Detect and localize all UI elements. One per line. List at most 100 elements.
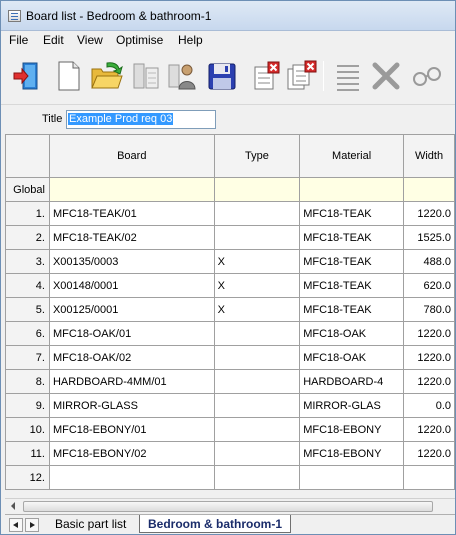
row-number[interactable]: 9. — [5, 393, 50, 418]
scroll-thumb[interactable] — [23, 501, 433, 512]
row-number[interactable]: 6. — [5, 321, 50, 346]
board-cell[interactable]: MFC18-OAK/01 — [48, 321, 215, 346]
board-cell[interactable]: MFC18-TEAK/01 — [48, 201, 215, 226]
table-row[interactable]: 4. X00148/0001 X MFC18-TEAK 620.0 — [5, 273, 455, 298]
corner-cell[interactable] — [5, 134, 50, 178]
table-row[interactable]: 10. MFC18-EBONY/01 MFC18-EBONY 1220.0 — [5, 417, 455, 442]
material-cell[interactable]: MFC18-OAK — [299, 321, 405, 346]
glasses-icon[interactable] — [409, 59, 443, 93]
type-cell[interactable]: X — [213, 297, 301, 322]
board-cell[interactable]: MFC18-OAK/02 — [48, 345, 215, 370]
table-row[interactable]: 11. MFC18-EBONY/02 MFC18-EBONY 1220.0 — [5, 441, 455, 466]
row-number[interactable]: 11. — [5, 441, 50, 466]
scroll-left-icon[interactable] — [11, 502, 15, 510]
table-row[interactable]: 9. MIRROR-GLASS MIRROR-GLAS 0.0 — [5, 393, 455, 418]
column-header-type[interactable]: Type — [213, 134, 301, 178]
delete-list-icon[interactable] — [249, 59, 283, 93]
width-cell[interactable]: 620.0 — [403, 273, 455, 298]
board-cell[interactable]: X00135/0003 — [48, 249, 215, 274]
material-cell[interactable]: HARDBOARD-4 — [299, 369, 405, 394]
row-number[interactable]: 2. — [5, 225, 50, 250]
row-number[interactable]: 1. — [5, 201, 50, 226]
material-cell[interactable]: MFC18-TEAK — [299, 225, 405, 250]
global-type-cell[interactable] — [213, 177, 301, 202]
material-cell[interactable]: MFC18-EBONY — [299, 441, 405, 466]
title-input[interactable]: Example Prod req 03 — [66, 110, 216, 129]
global-row-label[interactable]: Global — [5, 177, 50, 202]
width-cell[interactable]: 1220.0 — [403, 321, 455, 346]
global-board-cell[interactable] — [48, 177, 215, 202]
width-cell[interactable] — [403, 465, 455, 490]
tab-basic-part-list[interactable]: Basic part list — [47, 515, 134, 533]
board-cell[interactable]: MIRROR-GLASS — [48, 393, 215, 418]
row-number[interactable]: 4. — [5, 273, 50, 298]
table-row[interactable]: 6. MFC18-OAK/01 MFC18-OAK 1220.0 — [5, 321, 455, 346]
open-folder-icon[interactable] — [89, 59, 123, 93]
row-number[interactable]: 5. — [5, 297, 50, 322]
menu-help[interactable]: Help — [177, 33, 204, 47]
type-cell[interactable] — [213, 321, 301, 346]
type-cell[interactable] — [213, 465, 301, 490]
material-cell[interactable]: MFC18-TEAK — [299, 249, 405, 274]
menu-edit[interactable]: Edit — [42, 33, 65, 47]
horizontal-scrollbar[interactable] — [5, 498, 455, 514]
type-cell[interactable] — [213, 225, 301, 250]
table-row[interactable]: 3. X00135/0003 X MFC18-TEAK 488.0 — [5, 249, 455, 274]
board-cell[interactable]: HARDBOARD-4MM/01 — [48, 369, 215, 394]
table-row[interactable]: 12. — [5, 465, 455, 490]
board-cell[interactable]: X00125/0001 — [48, 297, 215, 322]
type-cell[interactable] — [213, 201, 301, 226]
material-cell[interactable]: MIRROR-GLAS — [299, 393, 405, 418]
material-cell[interactable]: MFC18-TEAK — [299, 297, 405, 322]
table-row[interactable]: 8. HARDBOARD-4MM/01 HARDBOARD-4 1220.0 — [5, 369, 455, 394]
type-cell[interactable]: X — [213, 273, 301, 298]
global-width-cell[interactable] — [403, 177, 455, 202]
row-number[interactable]: 8. — [5, 369, 50, 394]
lines-icon[interactable] — [331, 59, 365, 93]
cut-x-icon[interactable] — [369, 59, 403, 93]
width-cell[interactable]: 0.0 — [403, 393, 455, 418]
tab-prev-icon[interactable] — [9, 518, 23, 532]
delete-lists-icon[interactable] — [285, 59, 319, 93]
type-cell[interactable] — [213, 417, 301, 442]
row-number[interactable]: 12. — [5, 465, 50, 490]
exit-icon[interactable] — [11, 59, 45, 93]
global-material-cell[interactable] — [299, 177, 405, 202]
material-cell[interactable]: MFC18-TEAK — [299, 201, 405, 226]
board-list-user-icon[interactable] — [165, 59, 199, 93]
board-cell[interactable] — [48, 465, 215, 490]
row-number[interactable]: 3. — [5, 249, 50, 274]
width-cell[interactable]: 780.0 — [403, 297, 455, 322]
menu-view[interactable]: View — [76, 33, 104, 47]
column-header-width[interactable]: Width — [403, 134, 455, 178]
width-cell[interactable]: 1220.0 — [403, 369, 455, 394]
width-cell[interactable]: 1220.0 — [403, 345, 455, 370]
tab-next-icon[interactable] — [25, 518, 39, 532]
width-cell[interactable]: 1220.0 — [403, 201, 455, 226]
type-cell[interactable] — [213, 369, 301, 394]
tab-bedroom-bathroom[interactable]: Bedroom & bathroom-1 — [139, 515, 292, 533]
row-number[interactable]: 10. — [5, 417, 50, 442]
type-cell[interactable] — [213, 345, 301, 370]
board-cell[interactable]: MFC18-EBONY/01 — [48, 417, 215, 442]
material-cell[interactable]: MFC18-EBONY — [299, 417, 405, 442]
new-document-icon[interactable] — [51, 59, 85, 93]
width-cell[interactable]: 1220.0 — [403, 417, 455, 442]
material-cell[interactable]: MFC18-OAK — [299, 345, 405, 370]
type-cell[interactable] — [213, 393, 301, 418]
table-row[interactable]: 1. MFC18-TEAK/01 MFC18-TEAK 1220.0 — [5, 201, 455, 226]
board-cell[interactable]: MFC18-EBONY/02 — [48, 441, 215, 466]
column-header-material[interactable]: Material — [299, 134, 405, 178]
row-number[interactable]: 7. — [5, 345, 50, 370]
save-disk-icon[interactable] — [205, 59, 239, 93]
board-cell[interactable]: MFC18-TEAK/02 — [48, 225, 215, 250]
board-cell[interactable]: X00148/0001 — [48, 273, 215, 298]
menu-optimise[interactable]: Optimise — [115, 33, 164, 47]
material-cell[interactable]: MFC18-TEAK — [299, 273, 405, 298]
width-cell[interactable]: 1525.0 — [403, 225, 455, 250]
column-header-board[interactable]: Board — [48, 134, 215, 178]
table-row[interactable]: 2. MFC18-TEAK/02 MFC18-TEAK 1525.0 — [5, 225, 455, 250]
menu-file[interactable]: File — [8, 33, 29, 47]
material-cell[interactable] — [299, 465, 405, 490]
width-cell[interactable]: 488.0 — [403, 249, 455, 274]
